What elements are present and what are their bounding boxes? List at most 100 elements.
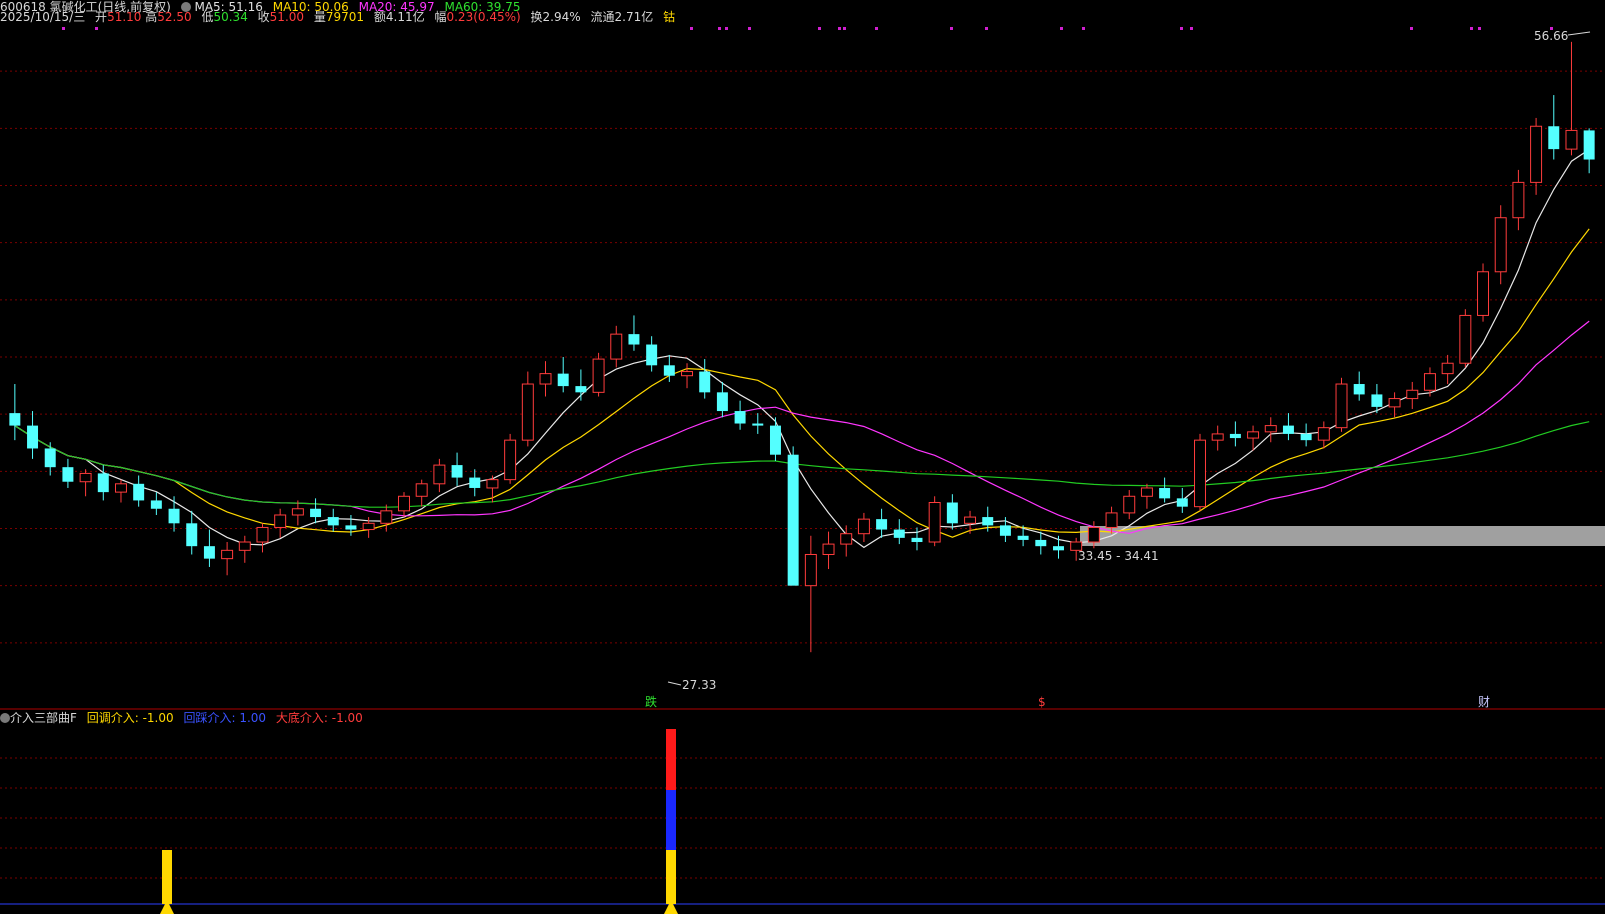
- signal-dot: [838, 27, 841, 30]
- candle: [27, 411, 39, 459]
- candle: [1140, 483, 1153, 509]
- candle-body: [1053, 546, 1064, 551]
- candle-body: [663, 365, 675, 376]
- signal-dot: [1190, 27, 1193, 30]
- candle: [1300, 423, 1312, 447]
- candle-body: [539, 373, 552, 385]
- candle-body: [1317, 427, 1330, 441]
- candle: [646, 336, 658, 372]
- high-value: 52.50: [157, 10, 192, 24]
- open-value: 51.10: [107, 10, 142, 24]
- candle-body: [1512, 181, 1525, 219]
- candle: [876, 508, 888, 538]
- candle-body: [1247, 431, 1260, 439]
- candle-body: [982, 517, 994, 526]
- candle-body: [291, 508, 304, 516]
- signal-dot: [690, 27, 693, 30]
- candle-body: [1459, 314, 1472, 364]
- candle-body: [646, 344, 658, 366]
- sector-tag[interactable]: 钴: [663, 10, 675, 24]
- turnover-value: 2.94%: [542, 10, 581, 24]
- candle: [752, 413, 764, 434]
- stock-chart[interactable]: 33.45 - 34.41 56.66 27.33 跌 $ 财: [0, 0, 1605, 914]
- candle: [769, 417, 781, 461]
- indicator-name[interactable]: 介入三部曲F: [10, 711, 77, 725]
- signal-dot: [1082, 27, 1085, 30]
- candle-body: [97, 473, 109, 493]
- indicator-settings-icon[interactable]: [0, 713, 10, 723]
- candle: [1512, 169, 1525, 231]
- candle: [274, 508, 287, 538]
- candle-body: [1423, 373, 1436, 391]
- low-label: 低: [201, 10, 214, 24]
- candle: [327, 508, 339, 532]
- candle: [893, 519, 905, 545]
- candle: [1530, 117, 1543, 195]
- candle-body: [1176, 498, 1188, 507]
- low-price-label: 27.33: [682, 678, 716, 692]
- candle: [150, 492, 162, 515]
- candle-body: [1264, 425, 1277, 433]
- candle: [822, 531, 835, 570]
- candle-body: [1282, 425, 1294, 434]
- candle: [1477, 263, 1490, 322]
- header-line-2: 2025/10/15/三 开51.10 高52.50 低50.34 收51.00…: [0, 10, 675, 24]
- candle: [398, 492, 410, 518]
- candle: [62, 458, 74, 488]
- candle: [504, 433, 517, 484]
- candle: [928, 496, 941, 547]
- change-label: 幅: [434, 10, 447, 24]
- candle-body: [451, 465, 463, 478]
- signal-dot: [1060, 27, 1063, 30]
- low-price-arrow-icon: [667, 681, 682, 686]
- candle-body: [911, 537, 923, 543]
- candle: [203, 529, 215, 567]
- candle: [415, 479, 428, 507]
- candle: [1035, 531, 1047, 555]
- candle: [1548, 95, 1560, 160]
- candle: [1583, 128, 1595, 174]
- candle-body: [1194, 439, 1206, 508]
- candle-body: [1371, 394, 1383, 407]
- float-value: 2.71亿: [614, 10, 654, 24]
- candle-body: [787, 454, 799, 586]
- candle-body: [1123, 495, 1136, 514]
- candle-body: [1229, 433, 1241, 439]
- signal-dot: [875, 27, 878, 30]
- candle-body: [1300, 433, 1312, 441]
- candle: [1159, 477, 1171, 503]
- event-marker-dollar[interactable]: $: [1038, 695, 1046, 709]
- indicator-bar-yellow-mid: [666, 850, 676, 904]
- candle: [433, 458, 446, 493]
- candle-body: [1035, 539, 1047, 547]
- candle-body: [876, 519, 888, 530]
- candle-body: [1477, 271, 1490, 316]
- candle: [256, 523, 269, 553]
- candle-body: [1548, 126, 1560, 150]
- candle: [628, 315, 640, 351]
- candle-body: [221, 549, 234, 560]
- candle: [610, 325, 623, 368]
- candle-body: [1070, 541, 1083, 551]
- candle-body: [27, 425, 39, 449]
- candle-body: [256, 526, 269, 543]
- candle-body: [557, 373, 569, 387]
- event-marker-finance[interactable]: 财: [1478, 695, 1490, 709]
- volume-value: 79701: [325, 10, 365, 24]
- candle-body: [699, 371, 711, 393]
- signal-dot: [1180, 27, 1183, 30]
- candle-body: [769, 425, 781, 455]
- indicator-bar-red: [666, 729, 676, 790]
- candle: [716, 381, 728, 418]
- candle-body: [1335, 383, 1348, 429]
- event-marker-fall[interactable]: 跌: [645, 694, 657, 709]
- candle-body: [345, 525, 357, 530]
- volume-label: 量: [313, 10, 326, 24]
- candle: [946, 494, 958, 530]
- ma5-line: [14, 148, 1590, 549]
- candle-body: [203, 546, 215, 559]
- candle: [221, 542, 234, 576]
- candle: [1211, 425, 1224, 451]
- candle-body: [610, 333, 623, 360]
- candle: [79, 469, 92, 497]
